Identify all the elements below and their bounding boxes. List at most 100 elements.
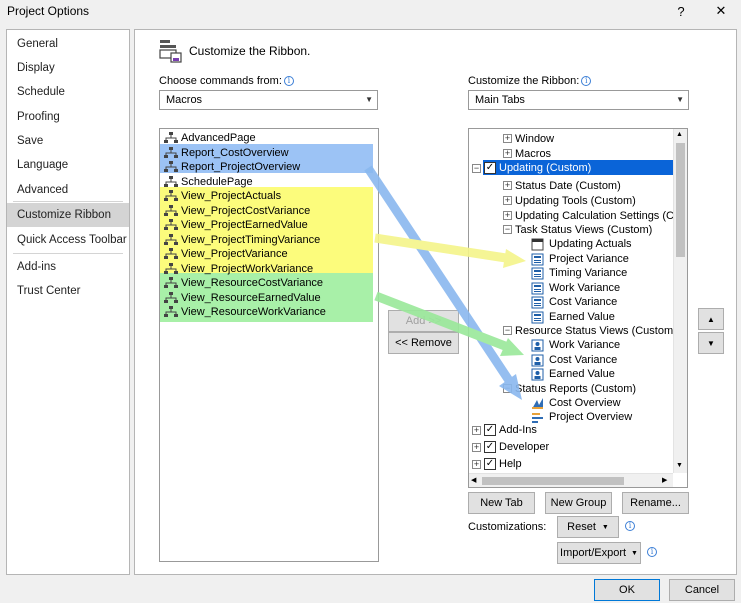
tree-item-updating-tools[interactable]: Updating Tools (Custom) xyxy=(515,194,636,208)
nav-item-trust-center[interactable]: Trust Center xyxy=(7,279,129,303)
nav-item-display[interactable]: Display xyxy=(7,56,129,80)
collapse-icon[interactable]: − xyxy=(503,326,512,335)
resource-view-item[interactable]: Earned Value xyxy=(549,367,615,381)
command-item[interactable]: Report_CostOverview xyxy=(181,146,289,160)
scroll-h-thumb[interactable] xyxy=(482,477,624,485)
move-up-button[interactable]: ▲ xyxy=(698,308,724,330)
command-item[interactable]: View_ResourceWorkVariance xyxy=(181,305,326,319)
remove-label: << Remove xyxy=(395,337,452,349)
nav-item-general[interactable]: General xyxy=(7,32,129,56)
ok-button[interactable]: OK xyxy=(594,579,660,601)
command-item[interactable]: View_ProjectEarnedValue xyxy=(181,218,308,232)
expand-icon[interactable]: + xyxy=(503,196,512,205)
command-item[interactable]: AdvancedPage xyxy=(181,131,256,145)
tree-item-window[interactable]: Window xyxy=(515,132,554,146)
tree-item-status-date[interactable]: Status Date (Custom) xyxy=(515,179,621,193)
tree-item-developer[interactable]: Developer xyxy=(499,440,549,454)
tree-horizontal-scrollbar[interactable]: ◀ ▶ xyxy=(469,473,673,487)
reset-label: Reset xyxy=(567,521,596,533)
report-item[interactable]: Project Overview xyxy=(549,410,632,424)
nav-item-customize-ribbon[interactable]: Customize Ribbon xyxy=(7,203,129,227)
command-item[interactable]: View_ProjectWorkVariance xyxy=(181,262,313,276)
task-view-item[interactable]: Updating Actuals xyxy=(549,237,632,251)
info-icon: i xyxy=(581,76,592,87)
nav-item-schedule[interactable]: Schedule xyxy=(7,80,129,104)
new-tab-label: New Tab xyxy=(480,497,523,509)
macro-icon xyxy=(164,161,178,173)
nav-item-proofing[interactable]: Proofing xyxy=(7,105,129,129)
scroll-down-icon[interactable]: ▼ xyxy=(676,462,683,469)
command-item[interactable]: View_ResourceCostVariance xyxy=(181,276,323,290)
expand-icon[interactable]: + xyxy=(503,134,512,143)
help-button[interactable]: ? xyxy=(666,0,696,22)
nav-item-save[interactable]: Save xyxy=(7,129,129,153)
scroll-thumb[interactable] xyxy=(676,143,685,257)
tree-item-resource-status-views[interactable]: Resource Status Views (Custom) xyxy=(515,324,677,338)
customize-ribbon-icon xyxy=(159,40,182,63)
command-item[interactable]: View_ProjectVariance xyxy=(181,247,288,261)
view-icon xyxy=(531,296,544,309)
tree-item-task-status-views[interactable]: Task Status Views (Custom) xyxy=(515,223,652,237)
chevron-down-icon: ▼ xyxy=(601,523,609,531)
customize-ribbon-text: Customize the Ribbon: xyxy=(468,75,580,87)
collapse-icon[interactable]: − xyxy=(503,384,512,393)
tree-item-updating[interactable]: Updating (Custom) xyxy=(499,161,591,175)
tree-item-status-reports[interactable]: Status Reports (Custom) xyxy=(515,382,636,396)
command-item[interactable]: Report_ProjectOverview xyxy=(181,160,300,174)
tree-item-updating-calc[interactable]: Updating Calculation Settings (Cu xyxy=(515,209,680,223)
nav-item-language[interactable]: Language xyxy=(7,153,129,177)
rename-button[interactable]: Rename... xyxy=(622,492,689,514)
tree-item-add-ins[interactable]: Add-Ins xyxy=(499,423,537,437)
task-view-item[interactable]: Earned Value xyxy=(549,310,615,324)
checkbox[interactable]: ✓ xyxy=(484,162,496,174)
ribbon-tree[interactable]: + Window + Macros − ✓ Updating (Custom) + Status… xyxy=(468,128,688,488)
reset-button[interactable]: Reset ▼ xyxy=(557,516,619,538)
close-button[interactable]: ✕ xyxy=(706,0,736,22)
scroll-left-icon[interactable]: ◀ xyxy=(471,476,476,484)
tree-vertical-scrollbar[interactable]: ▲ ▼ xyxy=(673,129,687,473)
expand-icon[interactable]: + xyxy=(503,149,512,158)
new-group-button[interactable]: New Group xyxy=(545,492,612,514)
scroll-right-icon[interactable]: ▶ xyxy=(662,476,667,484)
nav-item-quick-access-toolbar[interactable]: Quick Access Toolbar xyxy=(7,228,129,252)
command-item[interactable]: View_ProjectCostVariance xyxy=(181,204,310,218)
expand-icon[interactable]: + xyxy=(503,181,512,190)
command-item[interactable]: View_ProjectTimingVariance xyxy=(181,233,320,247)
command-item[interactable]: View_ProjectActuals xyxy=(181,189,281,203)
collapse-icon[interactable]: − xyxy=(472,164,481,173)
macro-icon xyxy=(164,291,178,304)
expand-icon[interactable]: + xyxy=(472,460,481,469)
expand-icon[interactable]: + xyxy=(472,426,481,435)
scroll-up-icon[interactable]: ▲ xyxy=(676,131,683,138)
report-item[interactable]: Cost Overview xyxy=(549,396,621,410)
checkbox[interactable]: ✓ xyxy=(484,441,496,453)
ribbon-tabs-combo[interactable]: Main Tabs ▼ xyxy=(468,90,689,110)
checkbox[interactable]: ✓ xyxy=(484,424,496,436)
command-item[interactable]: View_ResourceEarnedValue xyxy=(181,291,321,305)
cancel-button[interactable]: Cancel xyxy=(669,579,735,601)
import-export-button[interactable]: Import/Export ▼ xyxy=(557,542,641,564)
remove-button[interactable]: << Remove xyxy=(388,332,459,354)
commands-list[interactable]: AdvancedPage Report_CostOverview Report_Pr… xyxy=(159,128,379,562)
task-view-item[interactable]: Project Variance xyxy=(549,252,629,266)
add-button[interactable]: Add >> xyxy=(388,310,459,332)
collapse-icon[interactable]: − xyxy=(503,225,512,234)
nav-item-add-ins[interactable]: Add-ins xyxy=(7,255,129,279)
choose-commands-combo[interactable]: Macros ▼ xyxy=(159,90,378,110)
command-item[interactable]: SchedulePage xyxy=(181,175,253,189)
task-view-item[interactable]: Work Variance xyxy=(549,281,620,295)
tree-item-macros[interactable]: Macros xyxy=(515,147,551,161)
nav-item-advanced[interactable]: Advanced xyxy=(7,178,129,202)
checkbox[interactable]: ✓ xyxy=(484,458,496,470)
chevron-down-icon: ▼ xyxy=(631,549,638,557)
resource-view-item[interactable]: Cost Variance xyxy=(549,353,617,367)
new-tab-button[interactable]: New Tab xyxy=(468,492,535,514)
resource-view-item[interactable]: Work Variance xyxy=(549,338,620,352)
move-down-button[interactable]: ▼ xyxy=(698,332,724,354)
expand-icon[interactable]: + xyxy=(472,443,481,452)
task-view-item[interactable]: Timing Variance xyxy=(549,266,627,280)
task-view-item[interactable]: Cost Variance xyxy=(549,295,617,309)
nav-divider xyxy=(13,201,123,202)
tree-item-help[interactable]: Help xyxy=(499,457,522,471)
expand-icon[interactable]: + xyxy=(503,211,512,220)
